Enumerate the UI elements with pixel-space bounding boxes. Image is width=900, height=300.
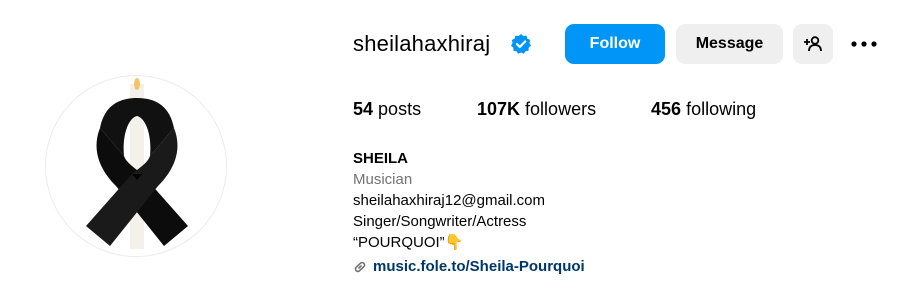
following-label: following <box>686 99 757 119</box>
posts-stat: 54 posts <box>353 99 421 120</box>
more-options-button[interactable] <box>845 30 883 58</box>
followers-label: followers <box>525 99 597 119</box>
profile-external-link[interactable]: music.fole.to/Sheila-Pourquoi <box>353 256 585 277</box>
profile-avatar[interactable] <box>45 75 227 257</box>
mourning-ribbon-icon <box>86 78 188 249</box>
profile-email: sheilahaxhiraj12@gmail.com <box>353 192 545 209</box>
link-icon <box>354 261 366 272</box>
profile-tagline: Singer/Songwriter/Actress <box>353 213 527 230</box>
followers-count: 107K <box>477 99 521 119</box>
suggest-accounts-button[interactable] <box>793 24 833 64</box>
profile-display-name: SHEILA <box>353 150 409 167</box>
profile-link-text: music.fole.to/Sheila-Pourquoi <box>373 258 585 275</box>
following-stat[interactable]: 456 following <box>651 99 756 120</box>
verified-badge-icon <box>510 33 532 55</box>
more-options-icon <box>851 41 877 47</box>
profile-category: Musician <box>353 171 413 188</box>
profile-quote: “POURQUOI”👇 <box>353 234 464 251</box>
follow-button[interactable]: Follow <box>565 24 665 64</box>
followers-stat[interactable]: 107K followers <box>477 99 596 120</box>
following-count: 456 <box>651 99 682 119</box>
posts-count: 54 <box>353 99 374 119</box>
posts-label: posts <box>378 99 422 119</box>
person-add-icon <box>804 36 822 52</box>
message-button[interactable]: Message <box>676 24 783 64</box>
profile-username: sheilahaxhiraj <box>353 31 491 56</box>
